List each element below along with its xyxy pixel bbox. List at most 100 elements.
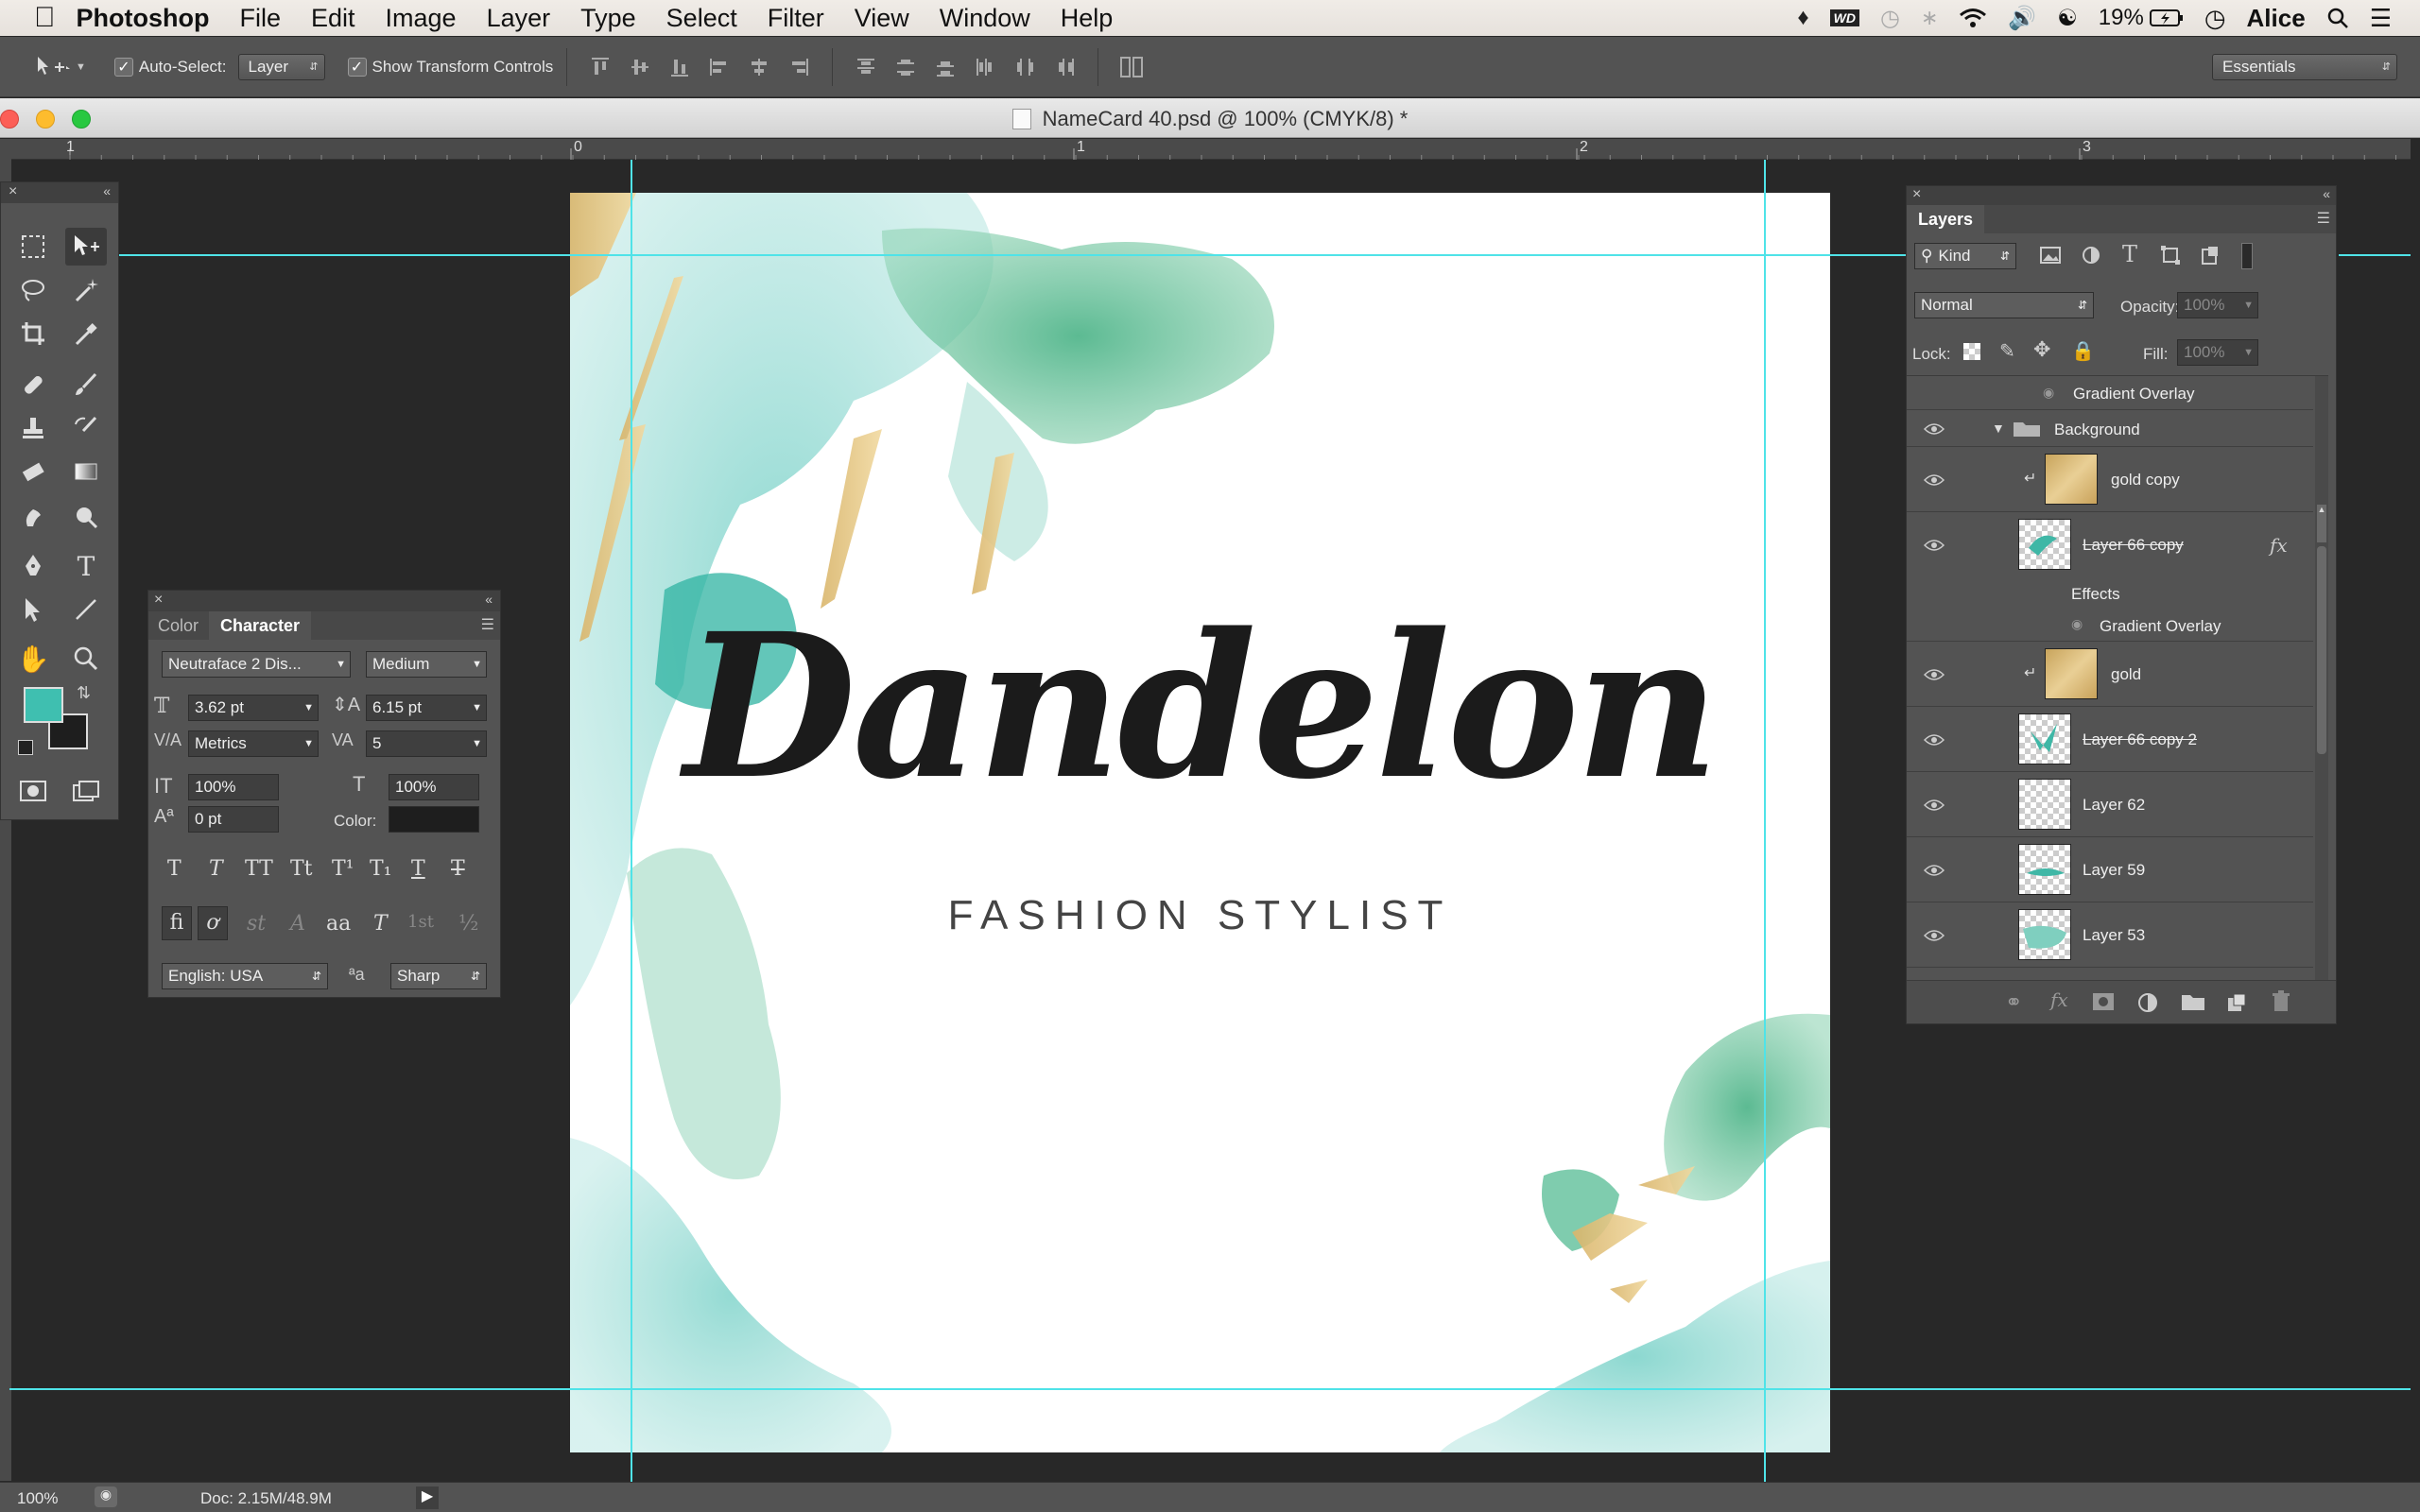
apple-icon[interactable]: : [34, 2, 56, 34]
titling-alternates-button[interactable]: aa: [326, 912, 351, 936]
align-right-icon[interactable]: [786, 54, 812, 80]
menu-help[interactable]: Help: [1061, 4, 1114, 33]
font-style-dropdown[interactable]: Medium ▼: [366, 651, 487, 678]
filter-shape-icon[interactable]: [2160, 245, 2181, 266]
status-menu-arrow-icon[interactable]: ▶: [416, 1486, 439, 1509]
filter-adjustment-icon[interactable]: [2081, 245, 2101, 266]
scrollbar-thumb[interactable]: [2317, 546, 2326, 754]
effect-visibility-icon[interactable]: ◉: [2043, 385, 2054, 401]
tab-color[interactable]: Color: [158, 616, 199, 636]
align-bottom-icon[interactable]: [666, 54, 693, 80]
horizontal-scale-field[interactable]: 100%: [389, 774, 479, 800]
crop-tool-icon[interactable]: [12, 315, 54, 352]
dropbox-icon[interactable]: ♦: [1797, 5, 1808, 31]
filter-type-icon[interactable]: T: [2122, 241, 2137, 267]
layers-scrollbar[interactable]: ▲: [2315, 376, 2328, 980]
tab-layers[interactable]: Layers: [1907, 205, 1985, 233]
guide-horizontal-top-right[interactable]: [2339, 254, 2411, 256]
collapse-panel-icon[interactable]: «: [485, 592, 493, 607]
fractions-button[interactable]: ½: [458, 912, 478, 936]
dodge-tool-icon[interactable]: [65, 498, 107, 536]
menu-filter[interactable]: Filter: [768, 4, 824, 33]
align-top-icon[interactable]: [587, 54, 614, 80]
filter-pixel-icon[interactable]: [2039, 245, 2062, 266]
layer-thumbnail[interactable]: [2018, 519, 2071, 570]
marquee-tool-icon[interactable]: [12, 228, 54, 266]
layer-effect-gradient-overlay-2[interactable]: ◉ Gradient Overlay: [1907, 610, 2313, 642]
menu-edit[interactable]: Edit: [311, 4, 355, 33]
new-adjustment-layer-icon[interactable]: [2137, 992, 2158, 1013]
battery-percent[interactable]: 19%: [2099, 5, 2144, 31]
pen-tool-icon[interactable]: [12, 547, 54, 585]
zoom-tool-icon[interactable]: [65, 640, 107, 678]
healing-brush-tool-icon[interactable]: [12, 366, 54, 404]
small-caps-button[interactable]: Tt: [290, 857, 313, 881]
layer-thumbnail[interactable]: [2018, 713, 2071, 765]
filter-kind-dropdown[interactable]: ⚲ Kind ⇵: [1914, 243, 2016, 269]
path-selection-tool-icon[interactable]: [12, 591, 54, 628]
layer-59[interactable]: Layer 59: [1907, 838, 2313, 902]
faux-italic-button[interactable]: T: [209, 857, 223, 881]
vertical-scale-field[interactable]: 100%: [188, 774, 279, 800]
line-tool-icon[interactable]: [65, 591, 107, 628]
volume-icon[interactable]: 🔊: [2008, 5, 2036, 32]
layer-style-fx-icon[interactable]: fx: [2050, 988, 2068, 1011]
menu-view[interactable]: View: [855, 4, 909, 33]
magic-wand-tool-icon[interactable]: [65, 271, 107, 309]
lock-image-icon[interactable]: ✎: [1999, 339, 2015, 363]
history-brush-tool-icon[interactable]: [65, 409, 107, 447]
tool-preset-caret[interactable]: ▼: [76, 61, 86, 73]
delete-layer-trash-icon[interactable]: [2272, 990, 2290, 1013]
strikethrough-button[interactable]: T: [451, 857, 465, 881]
blend-mode-dropdown[interactable]: Normal ⇵: [1914, 292, 2094, 318]
quick-mask-icon[interactable]: [12, 772, 54, 810]
filter-smart-object-icon[interactable]: [2200, 245, 2221, 266]
visibility-eye-icon[interactable]: [1924, 539, 1945, 552]
antialias-dropdown[interactable]: Sharp ⇵: [390, 963, 487, 989]
zoom-level[interactable]: 100%: [17, 1489, 58, 1508]
collapse-panel-icon[interactable]: «: [2323, 186, 2330, 201]
old-style-button[interactable]: ơ: [198, 906, 228, 940]
baseline-shift-field[interactable]: 0 pt: [188, 806, 279, 833]
visibility-eye-icon[interactable]: [1924, 929, 1945, 942]
menu-app-name[interactable]: Photoshop: [77, 4, 210, 33]
layer-group-background[interactable]: ▼ Background: [1907, 411, 2313, 447]
layer-thumbnail[interactable]: [2045, 454, 2098, 505]
move-tool-preset-icon[interactable]: [34, 55, 72, 79]
lock-all-icon[interactable]: 🔒: [2071, 339, 2095, 363]
stylistic-alternates-button[interactable]: st: [247, 912, 266, 936]
layer-effects-header[interactable]: Effects: [1907, 577, 2313, 610]
align-hcenter-icon[interactable]: [746, 54, 772, 80]
link-layers-icon[interactable]: ⚭: [2005, 990, 2022, 1015]
smudge-tool-icon[interactable]: [12, 498, 54, 536]
layer-effect-gradient-overlay[interactable]: ◉ Gradient Overlay: [1907, 376, 2313, 410]
close-panel-icon[interactable]: ×: [154, 592, 163, 609]
visibility-eye-icon[interactable]: [1924, 799, 1945, 812]
distribute-top-icon[interactable]: [853, 54, 879, 80]
layer-66-copy[interactable]: Layer 66 copy fx: [1907, 513, 2313, 577]
gradient-tool-icon[interactable]: [65, 453, 107, 490]
auto-align-layers-icon[interactable]: [1118, 54, 1145, 80]
guide-horizontal-bottom[interactable]: [9, 1388, 2411, 1390]
menu-select[interactable]: Select: [666, 4, 737, 33]
guide-vertical-left[interactable]: [631, 160, 632, 1482]
new-group-folder-icon[interactable]: [2181, 992, 2205, 1011]
tracking-field[interactable]: 5 ▼: [366, 730, 487, 757]
battery-icon[interactable]: [2149, 9, 2184, 27]
clone-stamp-tool-icon[interactable]: [12, 409, 54, 447]
time-machine-icon[interactable]: ◷: [1880, 5, 1900, 32]
all-caps-button[interactable]: TT: [245, 857, 273, 881]
filter-toggle-icon[interactable]: [2241, 243, 2253, 269]
visibility-eye-icon[interactable]: [1924, 473, 1945, 487]
layer-thumbnail[interactable]: [2045, 648, 2098, 699]
canvas-subtitle[interactable]: FASHION STYLIST: [570, 892, 1830, 939]
swap-colors-icon[interactable]: ⇅: [77, 683, 91, 703]
superscript-button[interactable]: T¹: [332, 857, 354, 881]
distribute-vcenter-icon[interactable]: [892, 54, 919, 80]
layer-53[interactable]: Layer 53: [1907, 903, 2313, 968]
layer-gold[interactable]: ↵ gold: [1907, 643, 2313, 707]
distribute-right-icon[interactable]: [1051, 54, 1078, 80]
add-mask-icon[interactable]: [2092, 992, 2115, 1011]
lasso-tool-icon[interactable]: [12, 271, 54, 309]
visibility-eye-icon[interactable]: [1924, 422, 1945, 436]
